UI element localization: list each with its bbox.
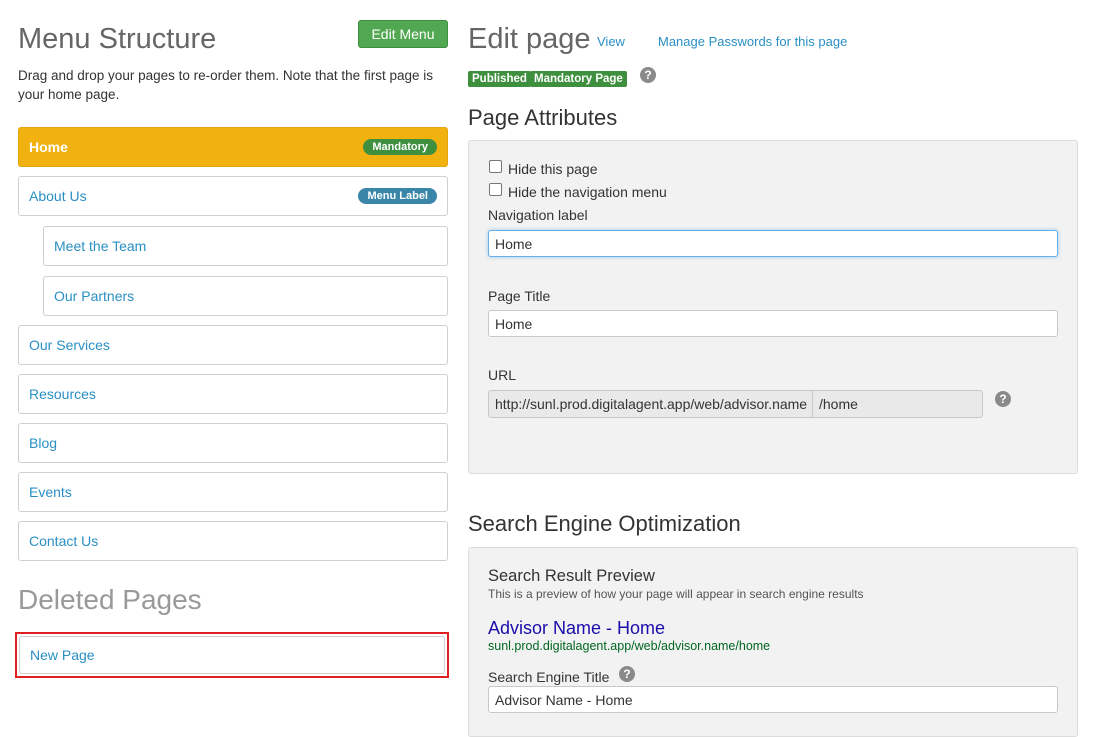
menu-item-events[interactable]: Events bbox=[18, 472, 448, 512]
menu-intro-text: Drag and drop your pages to re-order the… bbox=[18, 68, 433, 102]
page-attributes-panel: Hide this page Hide the navigation menu … bbox=[468, 140, 1078, 474]
menu-item-our-services[interactable]: Our Services bbox=[18, 325, 448, 365]
menu-item-label: Our Services bbox=[29, 337, 110, 353]
deleted-item-highlight: New Page bbox=[15, 632, 449, 678]
seo-heading: Search Engine Optimization bbox=[468, 511, 741, 536]
menu-item-contact-us[interactable]: Contact Us bbox=[18, 521, 448, 561]
navigation-label-label: Navigation label bbox=[488, 207, 588, 223]
url-label: URL bbox=[488, 367, 517, 383]
menu-item-label: Resources bbox=[29, 386, 96, 402]
url-slug-input[interactable]: /home bbox=[812, 390, 983, 418]
menu-item-label: New Page bbox=[30, 647, 95, 663]
page-title-input[interactable]: Home bbox=[488, 310, 1058, 337]
help-icon[interactable]: ? bbox=[995, 391, 1011, 407]
hide-nav-checkbox[interactable] bbox=[489, 183, 502, 196]
menu-item-blog[interactable]: Blog bbox=[18, 423, 448, 463]
navigation-label-input[interactable]: Home bbox=[488, 230, 1058, 257]
search-preview-description: This is a preview of how your page will … bbox=[488, 587, 864, 601]
help-icon[interactable]: ? bbox=[619, 666, 635, 682]
mandatory-badge: Mandatory bbox=[363, 139, 437, 155]
deleted-pages-title: Deleted Pages bbox=[18, 584, 202, 615]
manage-passwords-link[interactable]: Manage Passwords for this page bbox=[658, 34, 847, 49]
menu-item-meet-the-team[interactable]: Meet the Team bbox=[43, 226, 448, 266]
search-engine-title-label: Search Engine Title bbox=[488, 669, 610, 685]
menu-item-label: Blog bbox=[29, 435, 58, 451]
search-preview-heading: Search Result Preview bbox=[488, 567, 655, 585]
menu-item-label: Meet the Team bbox=[54, 238, 147, 254]
menu-item-resources[interactable]: Resources bbox=[18, 374, 448, 414]
search-preview-url: sunl.prod.digitalagent.app/web/advisor.n… bbox=[488, 639, 771, 653]
menu-item-home[interactable]: Home Mandatory bbox=[18, 127, 448, 167]
seo-panel: Search Result Preview This is a preview … bbox=[468, 547, 1078, 737]
edit-page-title: Edit page bbox=[468, 23, 591, 55]
page-attributes-heading: Page Attributes bbox=[468, 105, 618, 130]
menu-item-label: Our Partners bbox=[54, 288, 135, 304]
menu-item-label: Home bbox=[29, 139, 68, 155]
url-prefix: http://sunl.prod.digitalagent.app/web/ad… bbox=[488, 390, 813, 418]
search-preview-title: Advisor Name - Home bbox=[488, 618, 666, 638]
deleted-item-new-page[interactable]: New Page bbox=[19, 636, 445, 674]
search-engine-title-input[interactable]: Advisor Name - Home bbox=[488, 686, 1058, 713]
menu-item-label: Events bbox=[29, 484, 72, 500]
menu-label-badge: Menu Label bbox=[358, 188, 437, 204]
mandatory-page-badge: Mandatory Page bbox=[530, 71, 627, 87]
view-link[interactable]: View bbox=[597, 34, 625, 49]
hide-page-label: Hide this page bbox=[508, 161, 598, 177]
menu-item-our-partners[interactable]: Our Partners bbox=[43, 276, 448, 316]
menu-item-label: Contact Us bbox=[29, 533, 99, 549]
hide-page-checkbox[interactable] bbox=[489, 160, 502, 173]
menu-item-label: About Us bbox=[29, 188, 87, 204]
published-badge: Published bbox=[468, 71, 531, 87]
menu-structure-title: Menu Structure bbox=[18, 23, 217, 55]
help-icon[interactable]: ? bbox=[640, 67, 656, 83]
edit-menu-button[interactable]: Edit Menu bbox=[358, 20, 448, 48]
menu-item-about-us[interactable]: About Us Menu Label bbox=[18, 176, 448, 216]
hide-nav-label: Hide the navigation menu bbox=[508, 184, 667, 200]
page-title-label: Page Title bbox=[488, 288, 551, 304]
